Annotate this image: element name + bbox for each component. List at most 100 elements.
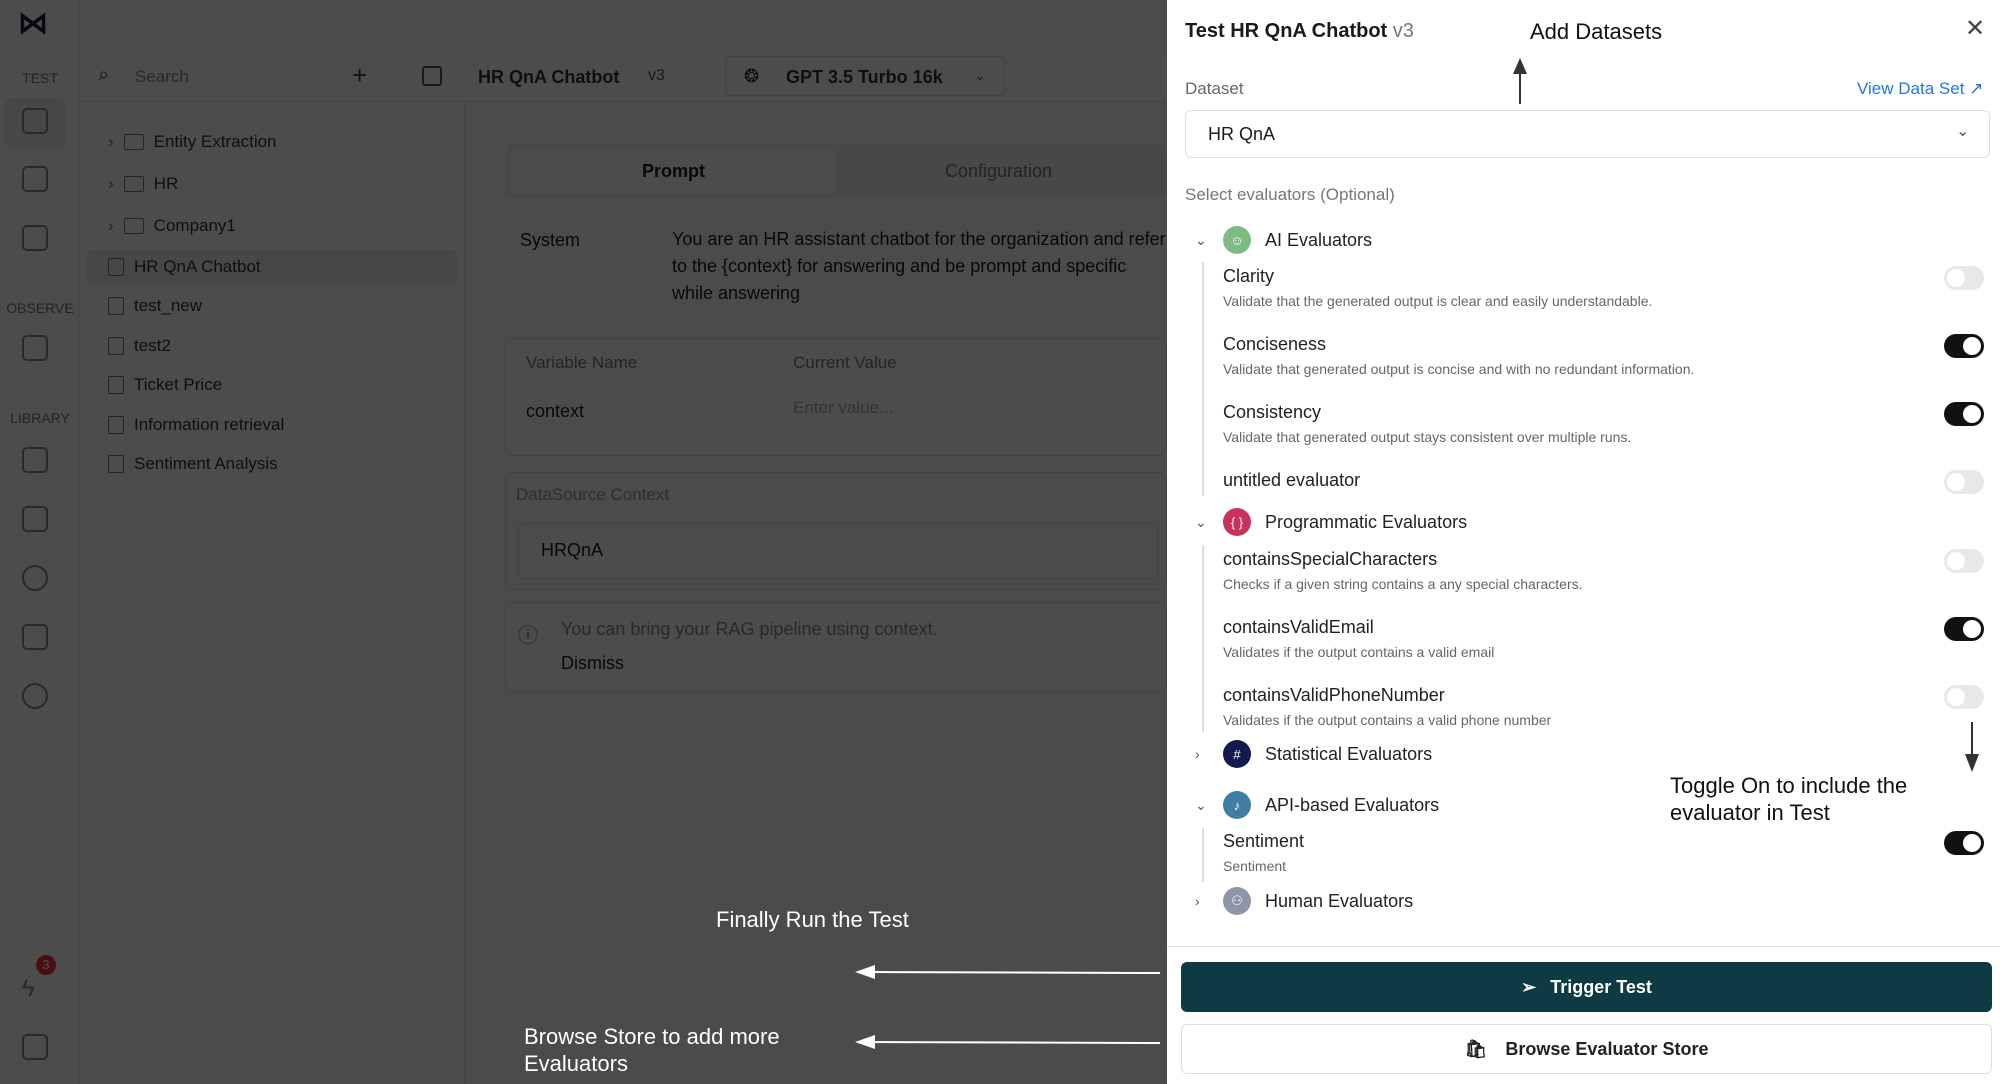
evaluator-group[interactable]: ⌄ ☺ AI Evaluators	[1195, 226, 1372, 254]
evaluator-toggle[interactable]	[1944, 334, 1984, 358]
role-select[interactable]: System	[520, 230, 580, 251]
evaluator-desc: Validate that the generated output is cl…	[1223, 293, 1653, 309]
evaluator-toggle[interactable]	[1944, 470, 1984, 494]
system-prompt[interactable]: You are an HR assistant chatbot for the …	[672, 226, 1167, 307]
prompt-icon[interactable]	[22, 108, 48, 134]
tab-prompt[interactable]: Prompt	[511, 149, 836, 193]
robot-icon: ☺	[1223, 226, 1251, 254]
prompt-file-icon	[108, 416, 124, 434]
group-name: Programmatic Evaluators	[1265, 511, 1468, 532]
database-icon[interactable]	[22, 565, 48, 591]
close-icon[interactable]: ✕	[1965, 14, 1985, 43]
logs-icon[interactable]	[22, 335, 48, 361]
dismiss-button[interactable]: Dismiss	[561, 653, 624, 674]
group-name: Human Evaluators	[1265, 890, 1414, 911]
group-name: Statistical Evaluators	[1265, 743, 1433, 764]
section-library: LIBRARY	[10, 410, 70, 426]
tree-item[interactable]: test_new	[108, 296, 202, 316]
function-icon[interactable]	[22, 624, 48, 650]
evaluator-toggle[interactable]	[1944, 617, 1984, 641]
dimmed-app-background[interactable]: ⋈ TEST OBSERVE LIBRARY ϟ 3 ⌕ Search + HR…	[0, 0, 1167, 1084]
variable-value-input[interactable]: Enter value...	[793, 398, 893, 418]
tab-configuration[interactable]: Configuration	[836, 149, 1161, 193]
evaluator-toggle[interactable]	[1944, 685, 1984, 709]
group-name: AI Evaluators	[1265, 229, 1373, 250]
chevron-down-icon[interactable]: ⌄	[1195, 514, 1209, 531]
tree-item[interactable]: Ticket Price	[108, 375, 222, 395]
prompt-file-icon	[108, 376, 124, 394]
tree-item[interactable]: Sentiment Analysis	[108, 454, 278, 474]
top-bar: ⌕ Search + HR QnA Chatbot v3 ❂ GPT 3.5 T…	[80, 50, 1167, 102]
panel-title-text: Test HR QnA Chatbot	[1185, 20, 1388, 42]
evaluator-group[interactable]: ⌄ { } Programmatic Evaluators	[1195, 508, 1467, 536]
tree-item[interactable]: HR QnA Chatbot	[86, 250, 458, 284]
evaluator-toggle[interactable]	[1944, 402, 1984, 426]
version-badge[interactable]: v3	[648, 67, 665, 85]
evaluator-desc: Validate that generated output is concis…	[1223, 361, 1695, 377]
panel-version: v3	[1392, 20, 1414, 42]
collapse-sidebar-icon[interactable]	[422, 66, 442, 86]
evaluator-desc: Validates if the output contains a valid…	[1223, 712, 1552, 728]
chevron-right-icon[interactable]: ›	[1195, 893, 1209, 909]
chevron-right-icon: ›	[108, 132, 114, 151]
chevron-right-icon[interactable]: ›	[1195, 746, 1209, 762]
tree-folder[interactable]: › Entity Extraction	[108, 132, 277, 152]
evaluator-group[interactable]: › ⚇ Human Evaluators	[1195, 887, 1413, 915]
browse-store-button[interactable]: 🛍 Browse Evaluator Store	[1181, 1024, 1992, 1074]
info-icon: ⓘ	[518, 625, 538, 647]
dataset-value: HR QnA	[1208, 124, 1276, 144]
datasource-select[interactable]: HRQnA	[518, 523, 1158, 579]
tree-item-label: Entity Extraction	[153, 132, 277, 151]
panel-title: Test HR QnA Chatbot v3	[1185, 20, 1414, 43]
evaluators-label: Select evaluators (Optional)	[1185, 185, 1395, 204]
chevron-down-icon[interactable]: ⌄	[1195, 232, 1209, 249]
prompt-file-icon	[108, 337, 124, 355]
chevron-down-icon: ⌄	[1956, 123, 1970, 140]
add-button[interactable]: +	[352, 60, 367, 91]
tree-folder[interactable]: › HR	[108, 174, 178, 194]
evaluator-desc: Sentiment	[1223, 858, 1287, 874]
group-name: API-based Evaluators	[1265, 794, 1440, 815]
rag-notice: ⓘ You can bring your RAG pipeline using …	[505, 602, 1167, 692]
prompt-file-icon	[108, 258, 124, 276]
evaluator-toggle[interactable]	[1944, 266, 1984, 290]
workflow-icon[interactable]	[22, 166, 48, 192]
tree-folder[interactable]: › Company1	[108, 216, 236, 236]
bolt-icon[interactable]: ϟ	[22, 975, 35, 1003]
evaluator-item: Consistency Validate that generated outpu…	[1223, 402, 1631, 445]
tree-item-label: Sentiment Analysis	[134, 454, 278, 473]
tree-item-label: HR	[153, 174, 179, 193]
evaluator-item: untitled evaluator	[1223, 470, 1360, 491]
dataset-icon[interactable]	[22, 506, 48, 532]
view-dataset-link[interactable]: View Data Set ↗	[1857, 79, 1983, 99]
prompt-tree: › Entity Extraction › HR › Company1 HR QnA Cha…	[80, 102, 465, 1084]
evaluator-group[interactable]: › # Statistical Evaluators	[1195, 740, 1432, 768]
evaluator-toggle[interactable]	[1944, 549, 1984, 573]
model-select[interactable]: ❂ GPT 3.5 Turbo 16k ⌄	[725, 56, 1005, 96]
tree-item-label: test_new	[134, 296, 203, 315]
evaluator-name: containsValidEmail	[1223, 617, 1374, 637]
dataset-select[interactable]: HR QnA ⌄	[1185, 110, 1990, 158]
divider	[1167, 946, 2000, 947]
tree-item[interactable]: Information retrieval	[108, 415, 284, 435]
activity-icon[interactable]	[22, 225, 48, 251]
chevron-right-icon: ›	[108, 174, 114, 193]
evaluator-group[interactable]: ⌄ ♪ API-based Evaluators	[1195, 791, 1439, 819]
evaluator-toggle[interactable]	[1944, 831, 1984, 855]
tree-item-label: Ticket Price	[134, 375, 223, 394]
notice-text: You can bring your RAG pipeline using co…	[561, 619, 938, 639]
search-input[interactable]: Search	[135, 67, 189, 87]
model-name: GPT 3.5 Turbo 16k	[786, 67, 943, 87]
trigger-test-button[interactable]: ➢ Trigger Test	[1181, 962, 1992, 1012]
evaluator-icon[interactable]	[22, 447, 48, 473]
annotation-arrows	[855, 965, 1161, 1049]
tree-item[interactable]: test2	[108, 336, 171, 356]
chevron-down-icon[interactable]: ⌄	[1195, 797, 1209, 814]
variables-table: Variable Name Current Value context Ente…	[505, 338, 1167, 456]
openai-icon: ❂	[744, 66, 760, 86]
settings-icon[interactable]	[22, 683, 48, 709]
column-header: Current Value	[793, 353, 897, 372]
tab-bar: Prompt Configuration	[505, 144, 1167, 198]
docs-icon[interactable]	[22, 1034, 48, 1060]
arrow-up	[1513, 58, 1527, 104]
